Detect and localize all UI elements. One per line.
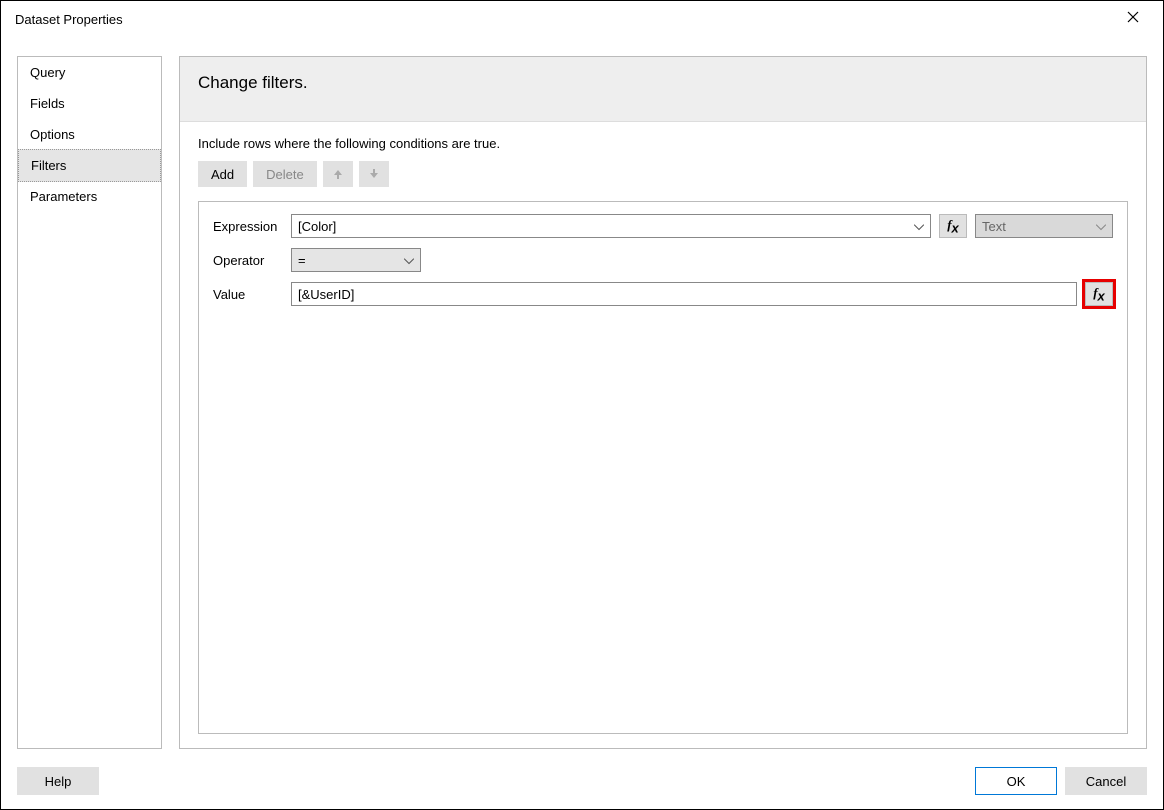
value-text: [&UserID] <box>298 287 354 302</box>
datatype-combo[interactable]: Text <box>975 214 1113 238</box>
expression-label: Expression <box>213 219 283 234</box>
filter-panel: Expression [Color] fx Text Operator = <box>198 201 1128 734</box>
sidebar: Query Fields Options Filters Parameters <box>17 56 162 749</box>
delete-button[interactable]: Delete <box>253 161 317 187</box>
sidebar-item-query[interactable]: Query <box>18 57 161 88</box>
operator-value: = <box>298 253 306 268</box>
add-button[interactable]: Add <box>198 161 247 187</box>
ok-button[interactable]: OK <box>975 767 1057 795</box>
move-up-button[interactable] <box>323 161 353 187</box>
value-label: Value <box>213 287 283 302</box>
dialog-footer: Help OK Cancel <box>17 767 1147 795</box>
main-body: Include rows where the following conditi… <box>180 122 1146 748</box>
sidebar-item-parameters[interactable]: Parameters <box>18 181 161 212</box>
help-button[interactable]: Help <box>17 767 99 795</box>
expression-row: Expression [Color] fx Text <box>213 214 1113 238</box>
value-input[interactable]: [&UserID] <box>291 282 1077 306</box>
operator-combo[interactable]: = <box>291 248 421 272</box>
main-panel: Change filters. Include rows where the f… <box>179 56 1147 749</box>
close-button[interactable] <box>1113 10 1153 28</box>
chevron-down-icon <box>914 219 924 234</box>
cancel-button[interactable]: Cancel <box>1065 767 1147 795</box>
sidebar-item-filters[interactable]: Filters <box>18 149 161 182</box>
operator-label: Operator <box>213 253 283 268</box>
titlebar: Dataset Properties <box>1 1 1163 37</box>
main-header: Change filters. <box>180 57 1146 122</box>
instruction-text: Include rows where the following conditi… <box>198 136 1128 151</box>
window-title: Dataset Properties <box>11 12 1113 27</box>
value-row: Value [&UserID] fx <box>213 282 1113 306</box>
datatype-value: Text <box>982 219 1006 234</box>
value-fx-button[interactable]: fx <box>1085 282 1113 306</box>
expression-combo[interactable]: [Color] <box>291 214 931 238</box>
chevron-down-icon <box>404 253 414 268</box>
operator-row: Operator = <box>213 248 1113 272</box>
filter-toolbar: Add Delete <box>198 161 1128 187</box>
chevron-down-icon <box>1096 219 1106 234</box>
sidebar-item-options[interactable]: Options <box>18 119 161 150</box>
content-frame: Query Fields Options Filters Parameters … <box>17 56 1147 749</box>
sidebar-item-fields[interactable]: Fields <box>18 88 161 119</box>
page-heading: Change filters. <box>198 73 1128 93</box>
expression-value: [Color] <box>298 219 336 234</box>
move-down-button[interactable] <box>359 161 389 187</box>
expression-fx-button[interactable]: fx <box>939 214 967 238</box>
